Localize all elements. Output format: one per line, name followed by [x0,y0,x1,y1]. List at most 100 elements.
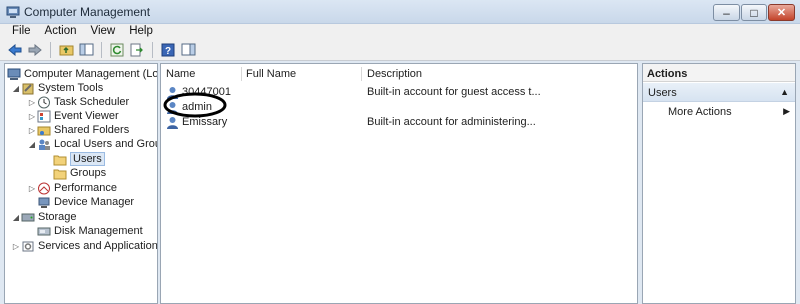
clock-icon [38,96,50,108]
folder-icon [53,155,67,165]
users-groups-icon [39,139,50,150]
column-header-description[interactable]: Description [367,68,422,80]
table-row[interactable]: admin [164,101,634,115]
help-button[interactable]: ? [159,41,177,59]
window-title: Computer Management [24,5,151,19]
more-actions-item[interactable]: More Actions ▶ [668,106,790,118]
column-header-full-name[interactable]: Full Name [246,68,296,80]
title-bar: Computer Management – □ ✕ [0,0,800,24]
maximize-button[interactable]: □ [741,4,767,21]
show-hide-action-pane-button[interactable] [179,41,197,59]
back-button[interactable] [6,41,24,59]
table-row[interactable]: Emissary Built-in account for administer… [164,116,634,130]
forward-button[interactable] [26,41,44,59]
tree-item-task-scheduler[interactable]: ▷ Task Scheduler [27,95,129,109]
tree-item-performance[interactable]: ▷ Performance [27,181,117,195]
device-manager-icon [38,197,50,208]
tree-item-label: Performance [54,182,117,194]
user-icon [167,117,178,129]
tree-item-label: Storage [38,211,77,223]
expanded-arrow-icon[interactable]: ◢ [27,140,37,149]
tree-item-device-manager[interactable]: Device Manager [37,195,134,209]
tree-item-users[interactable]: Users [53,152,105,166]
minimize-icon: – [723,5,730,20]
folder-icon [53,169,67,179]
tree-item-services-and-applications[interactable]: ▷ Services and Applications [11,239,158,253]
close-button[interactable]: ✕ [768,4,795,21]
refresh-button[interactable] [108,41,126,59]
tree-item-label: Shared Folders [54,124,130,136]
collapsed-arrow-icon[interactable]: ▷ [27,112,37,121]
show-hide-console-tree-button[interactable] [77,41,95,59]
tree-item-label: Task Scheduler [54,96,130,108]
tree-item-system-tools[interactable]: ◢ System Tools [11,81,103,95]
svg-text:?: ? [165,46,171,57]
tree-item-label: Computer Management (Local [24,68,158,80]
forward-arrow-icon [28,43,42,56]
toolbar-separator [50,41,51,58]
collapsed-arrow-icon[interactable]: ▷ [27,184,37,193]
tree-item-local-users-and-groups[interactable]: ◢ Local Users and Groups [27,137,157,151]
actions-section-label: Users [648,87,677,99]
disk-icon [37,227,51,235]
user-icon [167,102,178,114]
menu-file[interactable]: File [0,24,38,39]
up-one-level-button[interactable] [57,41,75,59]
user-name: Emissary [182,116,228,128]
help-icon: ? [161,43,175,57]
close-icon: ✕ [776,7,787,19]
event-viewer-icon [37,110,51,122]
services-icon [22,241,34,251]
export-list-icon [130,43,143,56]
tree-item-storage[interactable]: ◢ Storage [11,210,77,224]
collapsed-arrow-icon[interactable]: ▷ [11,242,21,251]
tree-item-groups[interactable]: Groups [53,166,106,180]
toolbar-separator [152,41,153,58]
minimize-button[interactable]: – [713,4,740,21]
menu-help[interactable]: Help [122,24,160,39]
collapsed-arrow-icon[interactable]: ▷ [27,126,37,135]
user-name: 30447001 [182,86,231,98]
user-description: Built-in account for administering... [367,116,536,128]
menu-action[interactable]: Action [38,24,84,39]
expanded-arrow-icon[interactable]: ◢ [11,84,21,93]
system-tools-icon [22,83,34,94]
actions-header: Actions [643,64,795,82]
actions-section-users[interactable]: Users ▲ [643,83,795,102]
export-list-button[interactable] [128,41,146,59]
action-pane-icon [181,43,195,56]
tree-item-event-viewer[interactable]: ▷ Event Viewer [27,109,119,123]
column-divider[interactable] [241,67,242,81]
tree-item-label: System Tools [38,82,104,94]
tree-item-disk-management[interactable]: Disk Management [37,224,143,238]
refresh-icon [110,43,124,56]
tree-item-computer-management[interactable]: Computer Management (Local [7,67,158,81]
maximize-icon: □ [750,5,758,20]
storage-icon [21,213,35,221]
console-tree: Computer Management (Local ◢ System Tool… [4,63,158,304]
actions-pane: Actions Users ▲ More Actions ▶ [642,63,796,304]
expanded-arrow-icon[interactable]: ◢ [11,213,21,222]
tree-item-label: Device Manager [54,196,135,208]
shared-folder-icon [37,126,51,135]
table-row[interactable]: 30447001 Built-in account for guest acce… [164,86,634,100]
console-tree-icon [79,43,93,56]
tree-item-label: Disk Management [54,225,143,237]
menu-view[interactable]: View [84,24,123,39]
column-divider[interactable] [361,67,362,81]
toolbar-separator [101,41,102,58]
menu-bar: File Action View Help [0,24,800,39]
tree-item-label: Services and Applications [38,240,158,252]
back-arrow-icon [8,43,22,56]
tree-item-shared-folders[interactable]: ▷ Shared Folders [27,123,129,137]
toolbar: ? [0,39,800,61]
tree-item-label: Event Viewer [54,110,119,122]
computer-management-icon [7,68,21,80]
column-header-name[interactable]: Name [166,68,195,80]
collapsed-arrow-icon[interactable]: ▷ [27,98,37,107]
performance-icon [38,182,50,194]
tree-item-label: Users [70,152,105,166]
user-description: Built-in account for guest access t... [367,86,541,98]
collapse-caret-icon[interactable]: ▲ [780,87,789,97]
more-actions-label: More Actions [668,106,732,118]
